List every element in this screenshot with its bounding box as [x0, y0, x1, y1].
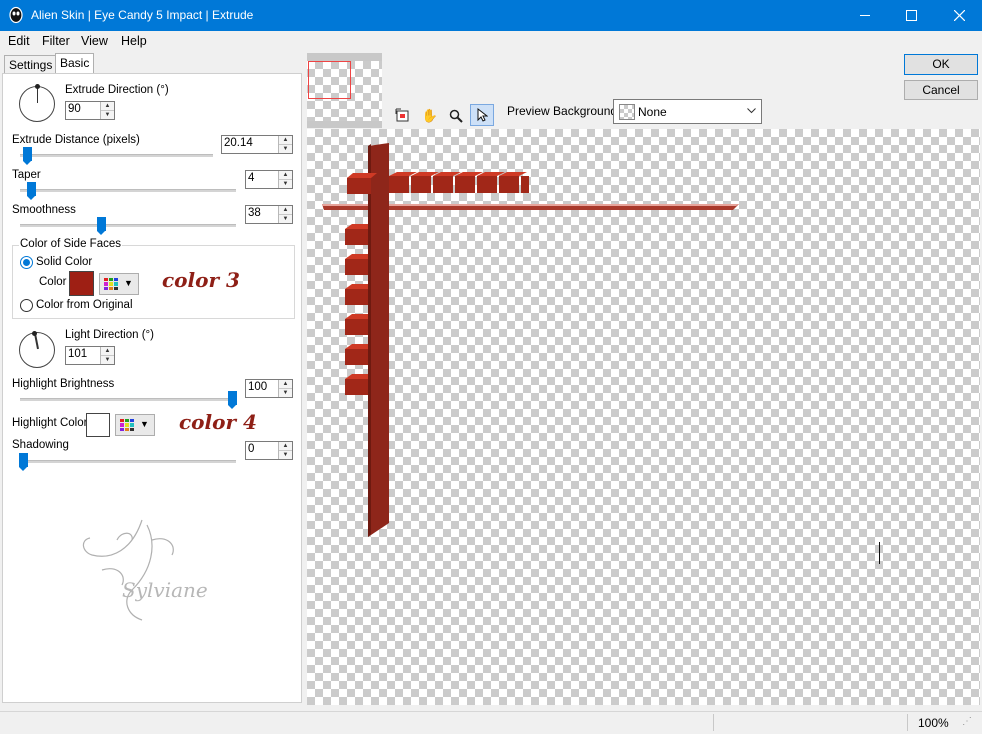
preview-background-label: Preview Background:	[507, 104, 621, 118]
preview-background-value: None	[638, 105, 667, 119]
smoothness-track[interactable]	[20, 224, 236, 227]
shadowing-track[interactable]	[20, 460, 236, 463]
chevron-down-icon: ▼	[140, 419, 149, 429]
hand-icon: ✋	[421, 108, 439, 123]
menu-filter[interactable]: Filter	[42, 34, 70, 48]
solid-color-label: Solid Color	[36, 256, 93, 268]
resize-grip-icon[interactable]: ⋰	[962, 716, 972, 727]
navigator-panel[interactable]	[307, 53, 382, 128]
highlight-brightness-label: Highlight Brightness	[12, 378, 115, 390]
preview-background-select[interactable]: None	[613, 99, 762, 124]
solid-color-radio[interactable]	[20, 256, 33, 269]
menu-bar: Edit Filter View Help	[0, 31, 982, 51]
status-bar: 100% ⋰	[0, 711, 982, 734]
hand-tool-button[interactable]: ✋	[418, 105, 442, 127]
highlight-brightness-input[interactable]: 100 ▲ ▼	[245, 379, 293, 398]
watermark-text: Sylviane	[122, 578, 208, 602]
highlight-color-swatch[interactable]	[86, 413, 110, 437]
pointer-icon	[477, 108, 488, 122]
zoom-tool-button[interactable]	[444, 105, 468, 127]
extrude-distance-track[interactable]	[20, 154, 213, 157]
watermark-flourish-icon	[82, 519, 174, 621]
extrude-distance-label: Extrude Distance (pixels)	[12, 134, 140, 146]
maximize-button[interactable]	[888, 0, 934, 31]
highlight-brightness-slider-thumb[interactable]	[228, 391, 237, 409]
text-cursor-icon	[879, 542, 880, 564]
extrude-distance-slider-thumb[interactable]	[23, 147, 32, 165]
extrude-direction-label: Extrude Direction (°)	[65, 84, 169, 96]
color-4-annotation: color 4	[179, 410, 257, 434]
menu-edit[interactable]: Edit	[8, 34, 30, 48]
none-swatch-icon	[619, 104, 635, 120]
extrude-preview-shape	[322, 143, 739, 537]
window-title: Alien Skin | Eye Candy 5 Impact | Extrud…	[31, 8, 254, 22]
extrude-distance-input[interactable]: 20.14 ▲ ▼	[221, 135, 293, 154]
navigator-viewport-box[interactable]	[308, 61, 351, 99]
smoothness-slider-thumb[interactable]	[97, 217, 106, 235]
pointer-tool-button[interactable]	[470, 104, 494, 126]
navigator-tool-button[interactable]	[391, 105, 415, 127]
side-color-swatch[interactable]	[69, 271, 94, 296]
palette-icon	[104, 278, 118, 290]
color-3-annotation: color 3	[162, 268, 240, 292]
tab-settings[interactable]: Settings	[4, 55, 58, 74]
tab-basic[interactable]: Basic	[55, 53, 95, 74]
side-color-palette-button[interactable]: ▼	[99, 273, 139, 295]
minimize-button[interactable]	[842, 0, 888, 31]
highlight-color-label: Highlight Color	[12, 417, 88, 429]
light-direction-label: Light Direction (°)	[65, 329, 154, 341]
minimize-icon	[860, 15, 870, 16]
light-direction-input[interactable]: 101 ▲ ▼	[65, 346, 115, 365]
navigator-icon	[395, 108, 409, 122]
title-bar: Alien Skin | Eye Candy 5 Impact | Extrud…	[0, 0, 982, 31]
app-icon	[9, 6, 23, 24]
maximize-icon	[905, 10, 917, 21]
smoothness-input[interactable]: 38 ▲ ▼	[245, 205, 293, 224]
color-from-original-label: Color from Original	[36, 299, 133, 311]
chevron-down-icon	[747, 108, 756, 114]
palette-icon	[120, 419, 134, 431]
taper-label: Taper	[12, 169, 41, 181]
extrude-direction-dial[interactable]	[19, 84, 55, 122]
highlight-color-palette-button[interactable]: ▼	[115, 414, 155, 436]
menu-view[interactable]: View	[81, 34, 108, 48]
taper-slider-thumb[interactable]	[27, 182, 36, 200]
side-faces-group-label: Color of Side Faces	[19, 238, 122, 250]
shadowing-label: Shadowing	[12, 439, 69, 451]
preview-canvas[interactable]	[307, 129, 980, 705]
taper-input[interactable]: 4 ▲ ▼	[245, 170, 293, 189]
close-button[interactable]	[936, 0, 982, 31]
smoothness-label: Smoothness	[12, 204, 76, 216]
close-icon	[953, 10, 965, 21]
zoom-icon	[449, 109, 463, 123]
chevron-down-icon: ▼	[124, 278, 133, 288]
zoom-level: 100%	[918, 716, 949, 730]
highlight-brightness-track[interactable]	[20, 398, 236, 401]
taper-track[interactable]	[20, 189, 236, 192]
color-from-original-radio[interactable]	[20, 299, 33, 312]
light-direction-dial[interactable]	[19, 331, 55, 368]
ok-button[interactable]: OK	[904, 54, 978, 75]
menu-help[interactable]: Help	[121, 34, 147, 48]
shadowing-input[interactable]: 0 ▲ ▼	[245, 441, 293, 460]
extrude-direction-input[interactable]: 90 ▲ ▼	[65, 101, 115, 120]
cancel-button[interactable]: Cancel	[904, 80, 978, 100]
shadowing-slider-thumb[interactable]	[19, 453, 28, 471]
side-color-label: Color	[39, 276, 67, 288]
